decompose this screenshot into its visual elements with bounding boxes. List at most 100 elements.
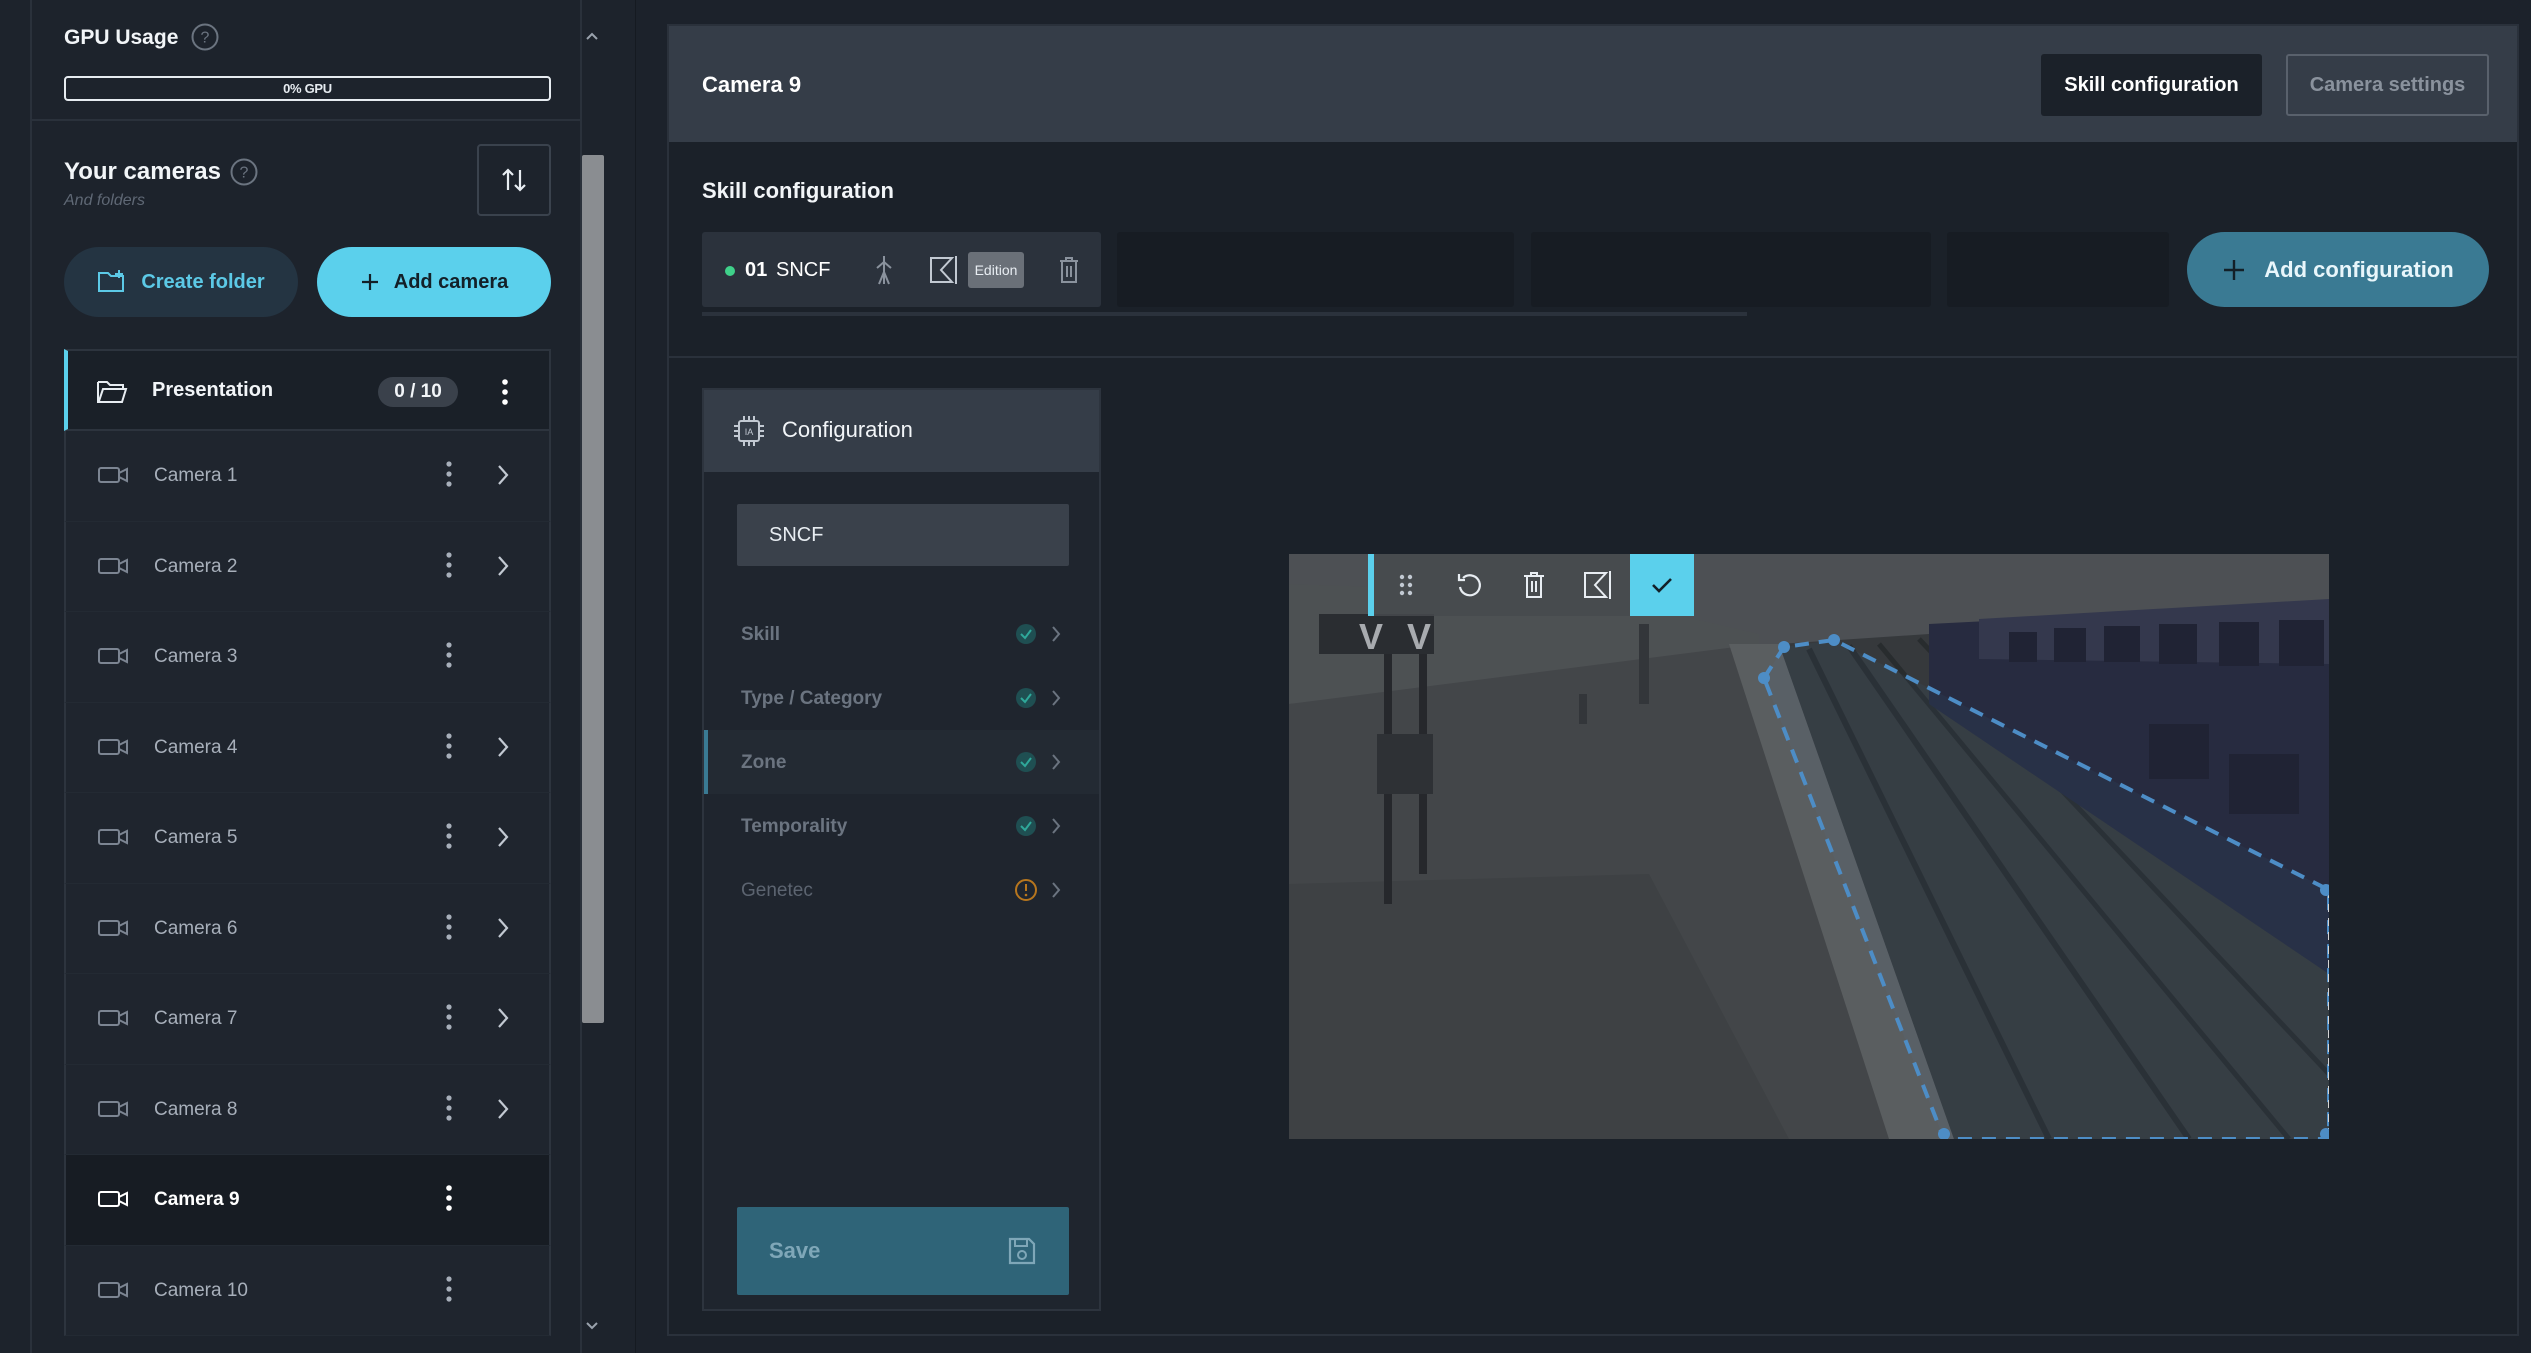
kebab-menu-icon[interactable] [444,731,454,761]
camera-row-2[interactable]: Camera 2 [64,521,551,612]
svg-text:?: ? [240,165,249,182]
main-header: Camera 9 Skill configuration Camera sett… [669,26,2517,142]
trash-icon [1524,572,1544,598]
check-icon [1652,578,1672,593]
camera-row-6[interactable]: Camera 6 [64,883,551,974]
chevron-right-icon[interactable] [496,1006,510,1030]
undo-button[interactable] [1438,554,1502,616]
help-icon[interactable]: ? [229,157,259,187]
kebab-menu-icon[interactable] [444,1274,454,1304]
kebab-menu-icon[interactable] [444,459,454,489]
video-camera-icon [98,1191,128,1207]
video-camera-icon [98,919,128,936]
skill-chip[interactable]: 01 SNCF Edition [702,232,1101,307]
chevron-right-icon[interactable] [496,463,510,487]
configuration-name-input[interactable] [737,504,1069,566]
camera-list: Camera 1 Camera 2 Camera 3 Camera 4 Came… [64,431,551,1336]
skill-name: SNCF [776,259,831,281]
camera-row-3[interactable]: Camera 3 [64,612,551,703]
chevron-right-icon [1052,754,1061,770]
check-circle-icon [1016,688,1036,708]
chevron-right-icon[interactable] [496,825,510,849]
chevron-right-icon[interactable] [496,554,510,578]
page-title: Camera 9 [702,72,802,97]
camera-row-1[interactable]: Camera 1 [64,431,551,522]
step-label: Genetec [741,880,813,901]
video-camera-icon [98,467,128,483]
camera-preview[interactable]: V V [1289,554,2329,1139]
kebab-menu-icon[interactable] [444,640,454,670]
trash-icon[interactable] [1058,256,1080,284]
camera-label: Camera 4 [154,736,238,758]
main-panel: Camera 9 Skill configuration Camera sett… [667,24,2519,1336]
camera-label: Camera 10 [154,1279,248,1301]
kebab-menu-icon[interactable] [500,377,510,407]
camera-row-8[interactable]: Camera 8 [64,1064,551,1155]
ai-chip-icon: IA [734,416,764,446]
delete-zone-button[interactable] [1502,554,1566,616]
configuration-panel: IA Configuration Skill Type / Category Z… [702,388,1101,1311]
video-camera-icon [98,648,128,664]
camera-row-10[interactable]: Camera 10 [64,1245,551,1336]
video-camera-icon [98,738,128,755]
step-label: Zone [741,752,787,773]
save-button[interactable]: Save [737,1207,1069,1295]
camera-row-7[interactable]: Camera 7 [64,974,551,1065]
kebab-menu-icon[interactable] [444,1093,454,1123]
step-genetec[interactable]: Genetec [704,858,1099,922]
sidebar-scrollbar-thumb[interactable] [582,155,604,1023]
divider [669,356,2517,358]
camera-frame-image[interactable]: V V [1289,554,2329,1139]
kebab-menu-icon[interactable] [444,821,454,851]
camera-row-5[interactable]: Camera 5 [64,793,551,884]
kebab-menu-icon[interactable] [444,550,454,580]
gpu-usage-bar: 0% GPU [64,76,551,101]
create-folder-button[interactable]: Create folder [64,247,298,317]
step-label: Type / Category [741,688,883,709]
video-camera-icon [98,1010,128,1026]
person-icon [876,256,892,285]
undo-icon [1457,574,1481,597]
video-camera-icon [98,829,128,845]
sidebar: GPU Usage ? 0% GPU Your cameras ? And fo… [0,0,636,1353]
sidebar-content: GPU Usage ? 0% GPU Your cameras ? And fo… [30,0,582,1353]
zone-polygon-icon [1584,571,1611,599]
folder-presentation[interactable]: Presentation 0 / 10 [64,349,551,431]
zone-polygon-button[interactable] [1566,554,1630,616]
help-icon[interactable]: ? [190,22,220,52]
chevron-right-icon[interactable] [496,735,510,759]
confirm-zone-button[interactable] [1630,554,1694,616]
drag-button[interactable] [1374,554,1438,616]
divider [32,119,580,121]
create-folder-label: Create folder [141,270,265,293]
chevron-right-icon[interactable] [496,916,510,940]
camera-row-9[interactable]: Camera 9 [64,1155,551,1246]
camera-label: Camera 8 [154,1098,238,1120]
step-temporality[interactable]: Temporality [704,794,1099,858]
folder-count-badge: 0 / 10 [378,377,458,407]
kebab-menu-icon[interactable] [444,1002,454,1032]
kebab-menu-icon[interactable] [444,912,454,942]
tab-camera-settings[interactable]: Camera settings [2286,54,2489,116]
configuration-header: IA Configuration [704,390,1099,472]
kebab-menu-icon[interactable] [444,1183,454,1213]
save-floppy-icon [1008,1237,1036,1265]
camera-label: Camera 7 [154,1008,238,1029]
add-camera-button[interactable]: Add camera [317,247,551,317]
empty-skill-slot [1947,232,2169,307]
video-camera-icon [98,557,128,574]
step-zone[interactable]: Zone [704,730,1099,794]
camera-row-4[interactable]: Camera 4 [64,702,551,793]
step-type-category[interactable]: Type / Category [704,666,1099,730]
step-skill[interactable]: Skill [704,602,1099,666]
camera-label: Camera 9 [154,1189,240,1210]
add-configuration-button[interactable]: Add configuration [2187,232,2489,307]
camera-label: Camera 6 [154,917,238,939]
empty-skill-slot [1117,232,1514,307]
save-label: Save [769,1238,821,1263]
tab-skill-configuration[interactable]: Skill configuration [2041,54,2262,116]
video-camera-icon [98,1100,128,1117]
chevron-right-icon [1052,818,1061,834]
sort-button[interactable] [477,144,551,216]
chevron-right-icon[interactable] [496,1097,510,1121]
